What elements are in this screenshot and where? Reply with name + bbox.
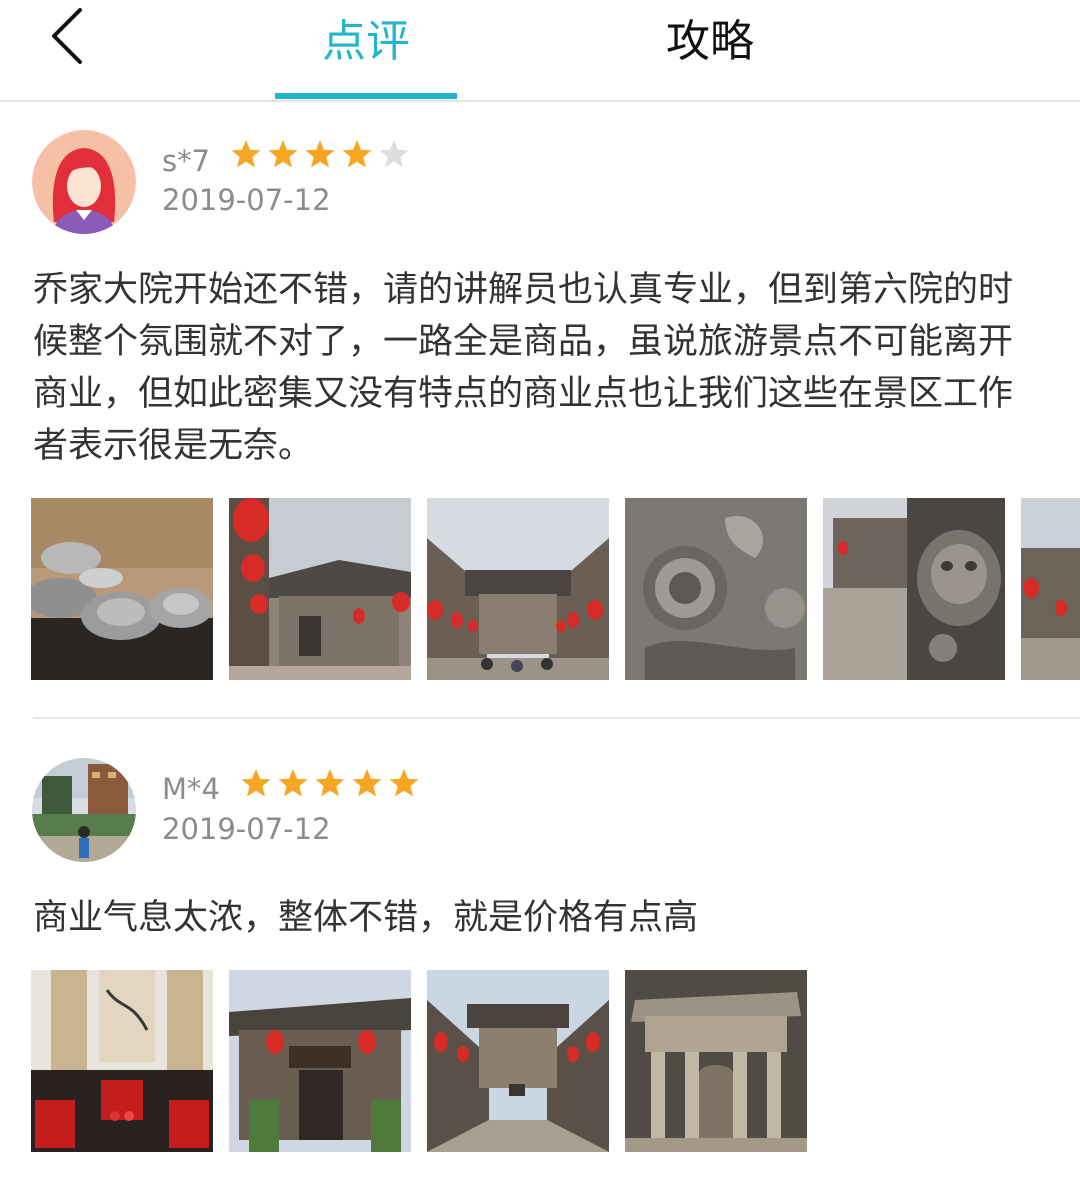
review-text: 乔家大院开始还不错，请的讲解员也认真专业，但到第六院的时候整个氛围就不对了，一路… <box>33 270 1014 466</box>
review-text: 商业气息太浓，整体不错，就是价格有点高 <box>33 898 699 938</box>
rating-stars <box>230 138 415 170</box>
top-bar: 点评 攻略 <box>0 0 1080 102</box>
user-avatar[interactable] <box>32 130 136 234</box>
star-filled-icon <box>277 767 314 799</box>
star-empty-icon <box>378 138 415 170</box>
chevron-left-icon <box>52 8 82 64</box>
rating-stars <box>240 767 425 799</box>
review-photo[interactable] <box>1021 498 1080 680</box>
star-filled-icon <box>314 767 351 799</box>
user-avatar[interactable] <box>32 758 136 862</box>
star-filled-icon <box>341 138 378 170</box>
active-tab-indicator <box>275 93 457 99</box>
star-filled-icon <box>230 138 267 170</box>
review-photo[interactable] <box>31 498 213 680</box>
username: M*4 <box>162 772 220 806</box>
review-divider <box>33 717 1080 719</box>
username: s*7 <box>162 144 211 178</box>
review-date: 2019-07-12 <box>162 812 331 846</box>
review-photo[interactable] <box>427 970 609 1152</box>
tab-guides[interactable]: 攻略 <box>620 12 800 72</box>
review-photo[interactable] <box>31 970 213 1152</box>
review-photo[interactable] <box>229 498 411 680</box>
review-photo[interactable] <box>229 970 411 1152</box>
review-photo[interactable] <box>625 970 807 1152</box>
star-filled-icon <box>388 767 425 799</box>
photo-strip <box>31 970 1080 1152</box>
review-date: 2019-07-12 <box>162 183 331 217</box>
star-filled-icon <box>240 767 277 799</box>
photo-avatar <box>32 758 136 862</box>
star-filled-icon <box>267 138 304 170</box>
star-filled-icon <box>351 767 388 799</box>
female-avatar-icon <box>32 130 136 234</box>
review-photo[interactable] <box>823 498 1005 680</box>
photo-strip <box>31 498 1080 680</box>
review-photo[interactable] <box>427 498 609 680</box>
back-button[interactable] <box>46 6 96 66</box>
star-filled-icon <box>304 138 341 170</box>
review-photo[interactable] <box>625 498 807 680</box>
tab-reviews[interactable]: 点评 <box>275 12 457 72</box>
